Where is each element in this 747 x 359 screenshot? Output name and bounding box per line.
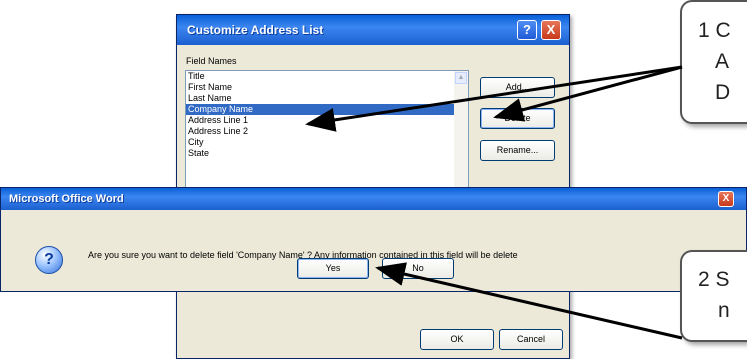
list-item[interactable]: Title <box>186 71 468 82</box>
add-button[interactable]: Add... <box>480 77 555 98</box>
callout-text: D <box>715 81 731 104</box>
ok-button[interactable]: OK <box>420 329 494 350</box>
delete-button[interactable]: Delete <box>480 108 555 129</box>
callout-text: n <box>718 299 730 322</box>
window-title: Customize Address List <box>187 23 324 37</box>
word-dialog-titlebar[interactable]: Microsoft Office Word X <box>1 188 746 210</box>
callout-text: 1 C <box>698 19 731 42</box>
close-icon[interactable]: X <box>718 191 734 207</box>
callout-step-1: 1 C A D <box>680 0 747 124</box>
listbox-scrollbar[interactable]: ▲ <box>454 71 468 189</box>
word-dialog-title: Microsoft Office Word <box>9 193 124 205</box>
no-button[interactable]: No <box>382 258 454 279</box>
cancel-button[interactable]: Cancel <box>499 329 563 350</box>
word-confirm-dialog: Microsoft Office Word X ? Are you sure y… <box>0 187 747 292</box>
list-item-selected[interactable]: Company Name <box>186 103 468 116</box>
list-item[interactable]: State <box>186 148 468 159</box>
yes-button[interactable]: Yes <box>297 258 369 279</box>
rename-button[interactable]: Rename... <box>480 140 555 161</box>
list-item[interactable]: Address Line 1 <box>186 115 468 126</box>
close-icon[interactable]: X <box>541 20 561 40</box>
field-names-label: Field Names <box>186 56 237 66</box>
help-icon[interactable]: ? <box>517 20 537 40</box>
scroll-up-icon[interactable]: ▲ <box>455 72 467 84</box>
list-item[interactable]: City <box>186 137 468 148</box>
list-item[interactable]: Last Name <box>186 93 468 104</box>
customize-address-list-titlebar[interactable]: Customize Address List ? X <box>177 15 569 45</box>
callout-step-2: 2 S n <box>680 250 747 342</box>
field-names-listbox[interactable]: Title First Name Last Name Company Name … <box>185 70 469 190</box>
list-item[interactable]: First Name <box>186 82 468 93</box>
callout-text: 2 S <box>698 268 730 291</box>
list-item[interactable]: Address Line 2 <box>186 126 468 137</box>
callout-text: A <box>715 50 730 73</box>
question-icon: ? <box>35 246 63 274</box>
